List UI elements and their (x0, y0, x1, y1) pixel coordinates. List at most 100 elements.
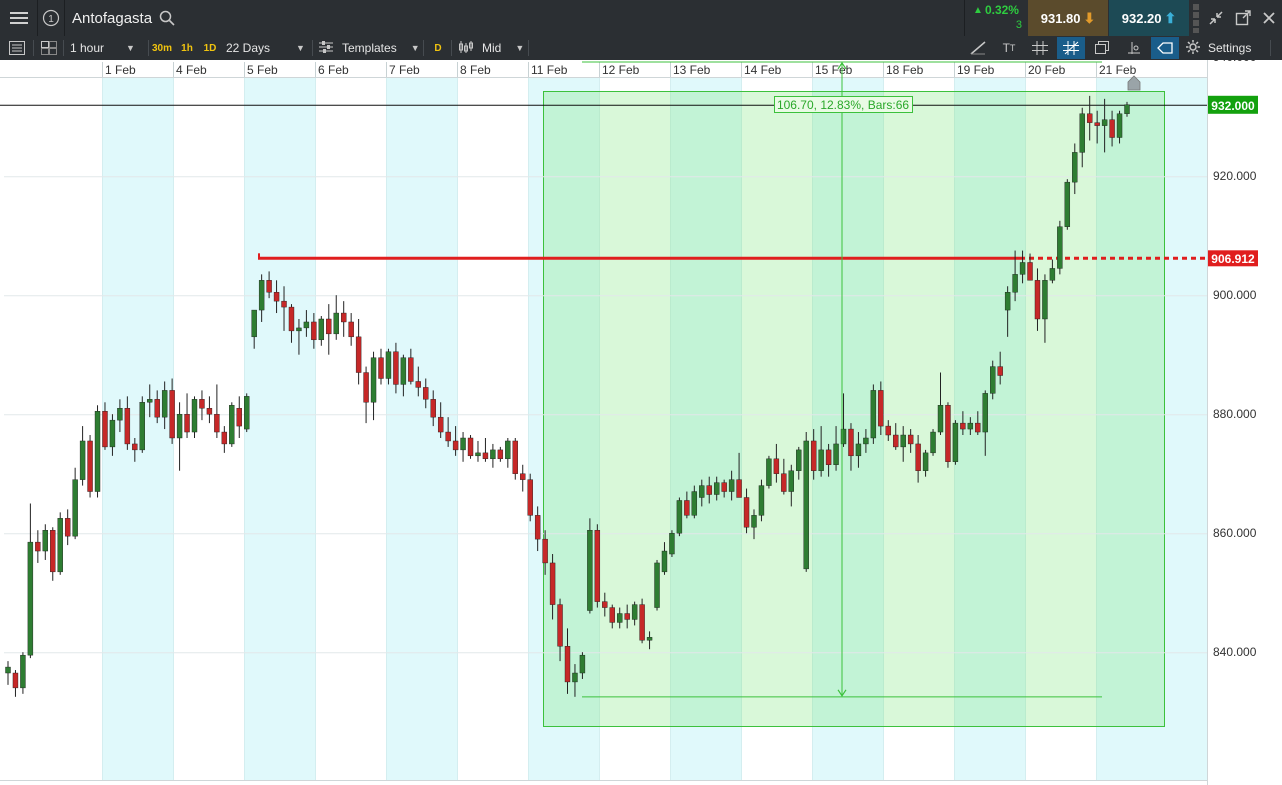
sell-price: 931.80 (1040, 10, 1081, 26)
candle-up (990, 366, 996, 394)
candle-up (1004, 292, 1011, 311)
candle-down (408, 357, 414, 382)
search-icon[interactable] (157, 9, 177, 27)
x-tick-label: 19 Feb (957, 63, 995, 77)
candle-down (393, 351, 399, 385)
candle-down (885, 425, 891, 436)
candle-up (400, 357, 407, 385)
candle-up (855, 443, 862, 457)
x-tick-label: 8 Feb (460, 63, 491, 77)
caret-down-icon: ▼ (296, 43, 305, 53)
candle-up (751, 515, 757, 528)
candle-up (967, 422, 974, 430)
candle-down (945, 405, 951, 462)
candle-down (154, 399, 160, 418)
candle-up (1019, 262, 1026, 275)
candle-up (1124, 104, 1130, 114)
sell-price-button[interactable]: 931.80 ⬇ (1028, 0, 1108, 36)
templates-dropdown[interactable]: Templates ▼ (318, 36, 420, 60)
candle-up (766, 458, 772, 486)
candle-down (206, 408, 213, 415)
tag-icon[interactable] (1151, 37, 1179, 59)
candle-up (147, 399, 153, 403)
range-dropdown[interactable]: 22 Days ▼ (226, 36, 305, 60)
list-icon[interactable] (6, 39, 28, 57)
candle-up (728, 479, 735, 492)
candle-up (475, 452, 481, 457)
x-tick-label: 6 Feb (318, 63, 349, 77)
candle-down (594, 530, 601, 602)
settings-button[interactable]: Settings (1186, 36, 1251, 60)
candle-down (87, 440, 93, 492)
current-price-label: 932.000 (1211, 99, 1255, 113)
trendline-icon[interactable] (965, 38, 991, 58)
text-tool-icon[interactable]: TT (996, 38, 1022, 58)
templates-label: Templates (342, 41, 397, 55)
interval-30m-button[interactable]: 30m (151, 39, 173, 57)
top-bar: 1 Antofagasta ▲ 0.32% 3 931.80 ⬇ 932.20 ⬆ (0, 0, 1282, 37)
price-chart[interactable]: 1 Feb 4 Feb 5 Feb 6 Feb 7 Feb 8 Feb 11 Feb 12 F… (0, 60, 1282, 785)
candle-up (72, 479, 78, 537)
candle-down (557, 604, 563, 647)
candle-up (460, 437, 466, 451)
info-icon[interactable]: 1 (40, 8, 62, 28)
candle-up (1064, 181, 1071, 227)
candle-up (669, 532, 675, 555)
candle-up (318, 318, 325, 341)
grid-icon[interactable] (1027, 38, 1053, 58)
candle-up (57, 518, 63, 573)
candle-up (930, 431, 936, 454)
candle-up (952, 422, 959, 462)
x-tick-label: 4 Feb (176, 63, 207, 77)
measure-box[interactable] (543, 91, 1165, 727)
candle-down (363, 372, 369, 403)
collapse-icon[interactable] (1205, 8, 1227, 28)
interval-dropdown[interactable]: 1 hour ▼ (70, 36, 135, 60)
candle-down (736, 479, 742, 498)
candle-up (617, 613, 623, 623)
candle-down (1086, 113, 1093, 123)
d-toggle-button[interactable]: D (430, 39, 446, 57)
candle-down (236, 408, 242, 427)
candle-down (520, 473, 526, 480)
change-percent: ▲ 0.32% (968, 3, 1024, 17)
layout-icon[interactable] (38, 39, 60, 57)
candle-down (281, 300, 287, 308)
price-type-dropdown[interactable]: Mid ▼ (458, 36, 524, 60)
day-band (1167, 62, 1207, 780)
candle-down (199, 399, 205, 409)
crosshair-grid-icon[interactable] (1057, 37, 1085, 59)
candle-down (1109, 119, 1115, 138)
candle-down (35, 541, 41, 552)
instrument-name[interactable]: Antofagasta (72, 0, 152, 36)
candle-up (117, 408, 123, 421)
candle-down (102, 411, 108, 448)
buy-price-button[interactable]: 932.20 ⬆ (1109, 0, 1189, 36)
menu-icon[interactable] (6, 8, 32, 28)
interval-1d-button[interactable]: 1D (200, 39, 220, 57)
day-band (244, 62, 315, 780)
candle-up (229, 405, 235, 445)
candle-down (355, 336, 362, 373)
interval-1h-button[interactable]: 1h (177, 39, 197, 57)
candle-up (490, 449, 496, 460)
candle-up (922, 452, 929, 471)
indicator-icon[interactable] (1121, 38, 1147, 58)
candle-up (251, 309, 257, 338)
close-icon[interactable] (1258, 8, 1280, 28)
popout-icon[interactable] (1232, 8, 1254, 28)
candle-down (773, 458, 780, 474)
copy-icon[interactable] (1089, 38, 1115, 58)
candle-down (221, 431, 228, 445)
candle-up (982, 393, 988, 433)
candle-down (684, 500, 690, 516)
x-tick-label: 12 Feb (602, 63, 640, 77)
candle-up (661, 550, 668, 573)
candle-up (176, 413, 183, 439)
candle-down (721, 482, 727, 492)
candle-up (900, 434, 906, 448)
candle-up (42, 530, 48, 552)
candle-down (609, 607, 615, 623)
candle-up (333, 312, 339, 335)
candle-down (512, 440, 518, 474)
